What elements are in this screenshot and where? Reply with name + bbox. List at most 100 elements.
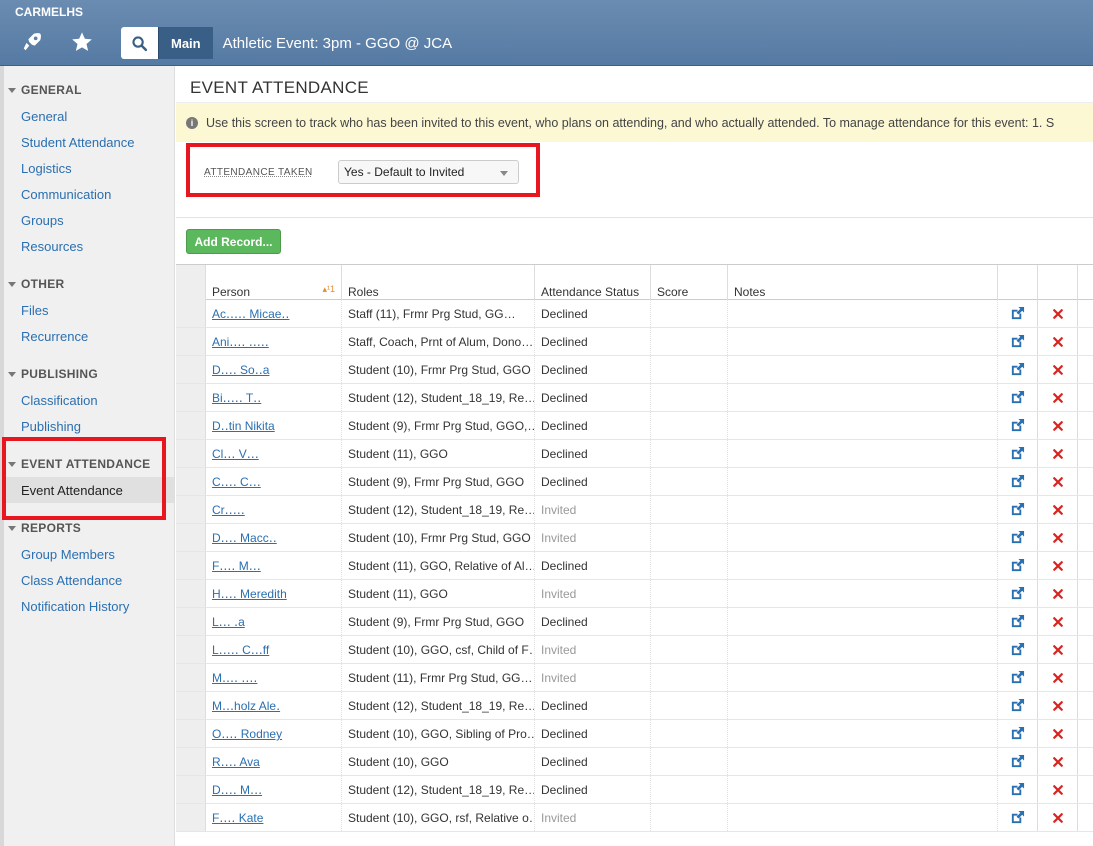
notes-cell[interactable] — [728, 776, 998, 803]
delete-icon[interactable] — [1052, 588, 1068, 604]
sidebar-item-group-members[interactable]: Group Members — [21, 547, 115, 562]
notes-cell[interactable] — [728, 720, 998, 747]
attendance-status-cell[interactable]: Declined — [535, 440, 651, 467]
attendance-status-cell[interactable]: Declined — [535, 328, 651, 355]
person-link[interactable]: D․․․․ Macc․․ — [212, 531, 277, 545]
score-cell[interactable] — [651, 468, 728, 495]
person-link[interactable]: D․․․․ M․․․ — [212, 783, 262, 797]
open-external-icon[interactable] — [1010, 306, 1026, 322]
delete-icon[interactable] — [1052, 504, 1068, 520]
person-link[interactable]: Cl․․․ V․․․ — [212, 447, 259, 461]
sidebar-item-classification[interactable]: Classification — [21, 393, 98, 408]
row-gutter[interactable] — [176, 356, 206, 383]
person-link[interactable]: M․․․․ ․․․․ — [212, 671, 257, 685]
delete-icon[interactable] — [1052, 700, 1068, 716]
person-link[interactable]: L․․․ ․a — [212, 615, 245, 629]
sidebar-item-groups[interactable]: Groups — [21, 213, 64, 228]
person-link[interactable]: C․․․․ C․․․ — [212, 475, 261, 489]
delete-icon[interactable] — [1052, 560, 1068, 576]
attendance-status-cell[interactable]: Invited — [535, 804, 651, 831]
score-cell[interactable] — [651, 692, 728, 719]
row-gutter[interactable] — [176, 636, 206, 663]
notes-cell[interactable] — [728, 440, 998, 467]
score-cell[interactable] — [651, 580, 728, 607]
delete-icon[interactable] — [1052, 644, 1068, 660]
notes-cell[interactable] — [728, 748, 998, 775]
sidebar-item-logistics[interactable]: Logistics — [21, 161, 72, 176]
score-cell[interactable] — [651, 496, 728, 523]
score-cell[interactable] — [651, 300, 728, 327]
row-gutter[interactable] — [176, 776, 206, 803]
attendance-status-cell[interactable]: Invited — [535, 580, 651, 607]
notes-cell[interactable] — [728, 608, 998, 635]
notes-cell[interactable] — [728, 384, 998, 411]
row-gutter[interactable] — [176, 384, 206, 411]
notes-cell[interactable] — [728, 356, 998, 383]
sidebar-item-notification-history[interactable]: Notification History — [21, 599, 129, 614]
open-external-icon[interactable] — [1010, 418, 1026, 434]
notes-cell[interactable] — [728, 496, 998, 523]
notes-cell[interactable] — [728, 692, 998, 719]
delete-icon[interactable] — [1052, 420, 1068, 436]
open-external-icon[interactable] — [1010, 390, 1026, 406]
delete-icon[interactable] — [1052, 812, 1068, 828]
attendance-status-cell[interactable]: Invited — [535, 496, 651, 523]
open-external-icon[interactable] — [1010, 558, 1026, 574]
score-cell[interactable] — [651, 804, 728, 831]
score-cell[interactable] — [651, 720, 728, 747]
open-external-icon[interactable] — [1010, 586, 1026, 602]
row-gutter[interactable] — [176, 496, 206, 523]
person-link[interactable]: Cr․․․․․ — [212, 503, 245, 517]
person-link[interactable]: D․․tin Nikita — [212, 419, 275, 433]
header-notes[interactable]: Notes — [728, 265, 998, 300]
score-cell[interactable] — [651, 384, 728, 411]
person-link[interactable]: O․․․․ Rodney — [212, 727, 282, 741]
delete-icon[interactable] — [1052, 448, 1068, 464]
attendance-status-cell[interactable]: Declined — [535, 356, 651, 383]
delete-icon[interactable] — [1052, 308, 1068, 324]
star-icon[interactable] — [62, 24, 102, 60]
attendance-status-cell[interactable]: Declined — [535, 692, 651, 719]
score-cell[interactable] — [651, 636, 728, 663]
attendance-status-cell[interactable]: Declined — [535, 776, 651, 803]
row-gutter[interactable] — [176, 664, 206, 691]
row-gutter[interactable] — [176, 412, 206, 439]
person-link[interactable]: H․․․․ Meredith — [212, 587, 287, 601]
person-link[interactable]: Ani․․․․ ․․․․․ — [212, 335, 269, 349]
row-gutter[interactable] — [176, 608, 206, 635]
row-gutter[interactable] — [176, 804, 206, 831]
notes-cell[interactable] — [728, 328, 998, 355]
score-cell[interactable] — [651, 776, 728, 803]
attendance-status-cell[interactable]: Declined — [535, 552, 651, 579]
sidebar-section-publishing[interactable]: PUBLISHING — [8, 367, 98, 381]
row-gutter[interactable] — [176, 748, 206, 775]
person-link[interactable]: Bi․․․․․ T․․ — [212, 391, 261, 405]
delete-icon[interactable] — [1052, 336, 1068, 352]
delete-icon[interactable] — [1052, 616, 1068, 632]
open-external-icon[interactable] — [1010, 362, 1026, 378]
notes-cell[interactable] — [728, 552, 998, 579]
delete-icon[interactable] — [1052, 476, 1068, 492]
row-gutter[interactable] — [176, 552, 206, 579]
score-cell[interactable] — [651, 748, 728, 775]
sidebar-section-reports[interactable]: REPORTS — [8, 521, 81, 535]
open-external-icon[interactable] — [1010, 810, 1026, 826]
open-external-icon[interactable] — [1010, 502, 1026, 518]
notes-cell[interactable] — [728, 664, 998, 691]
header-attendance-status[interactable]: Attendance Status — [535, 265, 651, 300]
attendance-status-cell[interactable]: Declined — [535, 412, 651, 439]
open-external-icon[interactable] — [1010, 782, 1026, 798]
delete-icon[interactable] — [1052, 756, 1068, 772]
row-gutter[interactable] — [176, 300, 206, 327]
score-cell[interactable] — [651, 552, 728, 579]
attendance-status-cell[interactable]: Invited — [535, 524, 651, 551]
row-gutter[interactable] — [176, 468, 206, 495]
score-cell[interactable] — [651, 664, 728, 691]
person-link[interactable]: R․․․․ Ava — [212, 755, 260, 769]
score-cell[interactable] — [651, 524, 728, 551]
open-external-icon[interactable] — [1010, 670, 1026, 686]
notes-cell[interactable] — [728, 412, 998, 439]
row-gutter[interactable] — [176, 440, 206, 467]
attendance-status-cell[interactable]: Declined — [535, 468, 651, 495]
delete-icon[interactable] — [1052, 532, 1068, 548]
